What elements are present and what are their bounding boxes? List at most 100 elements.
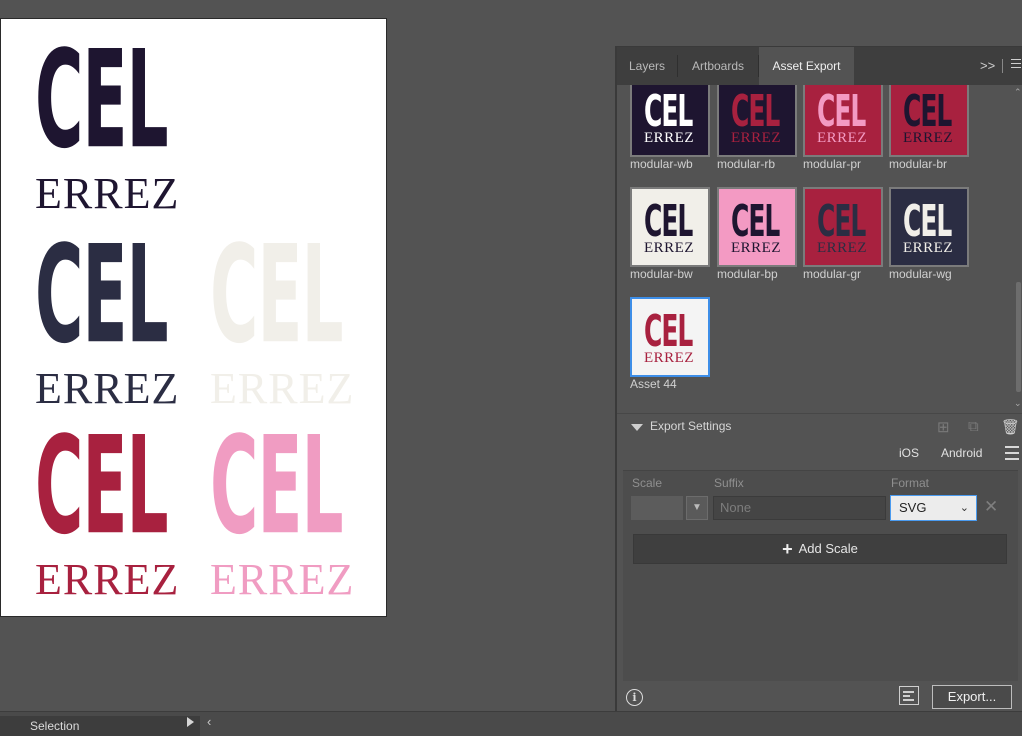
export-button[interactable]: Export... (932, 685, 1012, 709)
ios-link[interactable]: iOS (899, 446, 919, 460)
asset-errez-text: ERREZ (817, 240, 867, 256)
scroll-up-icon[interactable]: ⌃ (1014, 87, 1022, 98)
asset-errez-text: ERREZ (903, 130, 953, 146)
scale-column-header: Scale (632, 476, 663, 490)
chevron-down-icon[interactable]: ▼ (686, 496, 708, 520)
asset-errez-text: ERREZ (731, 130, 781, 146)
logo-pink[interactable]: CEL ERREZ (210, 407, 366, 604)
asset-cel-text: CEL (731, 85, 780, 137)
logo-offwhite[interactable]: CEL ERREZ (210, 216, 366, 413)
asset-errez-text: ERREZ (644, 240, 694, 256)
asset-cel-text: CEL (817, 195, 866, 247)
asset-errez-text: ERREZ (644, 350, 694, 366)
logo-errez-text: ERREZ (35, 169, 180, 218)
logo-red[interactable]: CEL ERREZ (35, 407, 191, 604)
export-settings-header[interactable]: Export Settings ⊞ ⧉ 🗑 (617, 413, 1022, 440)
add-asset-icon[interactable]: ⊞ (937, 418, 950, 436)
asset-cel-text: CEL (903, 195, 952, 247)
trash-icon[interactable]: 🗑 (1001, 418, 1020, 436)
asset-name-label[interactable]: Asset 44 (630, 377, 712, 391)
asset-export-panel: Layers Artboards Asset Export >> CEL ERRE… (615, 46, 1022, 718)
asset-thumbnail[interactable]: CEL ERREZ Asset 44 (630, 297, 712, 391)
logo-navy[interactable]: CEL ERREZ (35, 216, 191, 413)
asset-grid[interactable]: CEL ERREZ modular-wb CEL ERREZ modular-rb CEL E… (617, 85, 1013, 413)
scroll-down-icon[interactable]: ⌄ (1014, 398, 1022, 409)
asset-cel-text: CEL (903, 85, 952, 137)
logo-cel-text: CEL (35, 21, 169, 179)
asset-name-label[interactable]: modular-wg (889, 267, 971, 281)
logo-errez-text: ERREZ (210, 364, 355, 413)
asset-errez-text: ERREZ (903, 240, 953, 256)
logo-cel-text: CEL (35, 216, 169, 374)
asset-thumbnail[interactable]: CEL ERREZ modular-wg (889, 187, 971, 281)
suffix-input[interactable]: None (713, 496, 886, 520)
add-scale-button[interactable]: + Add Scale (633, 534, 1007, 564)
asset-thumbnail[interactable]: CEL ERREZ modular-wb (630, 85, 712, 171)
asset-name-label[interactable]: modular-pr (803, 157, 885, 171)
asset-cel-text: CEL (644, 195, 693, 247)
export-settings-box: Scale Suffix Format ▼ None SVG ⌄ ✕ + Add … (623, 470, 1018, 681)
artboard[interactable]: CEL ERREZ CEL ERREZ CEL ERREZ CEL ERREZ … (0, 18, 387, 617)
format-select[interactable]: SVG ⌄ (890, 495, 977, 521)
asset-thumbnail[interactable]: CEL ERREZ modular-bp (717, 187, 799, 281)
export-queue-icon[interactable] (899, 686, 919, 705)
logo-errez-text: ERREZ (35, 364, 180, 413)
logo-errez-text: ERREZ (35, 555, 180, 604)
chevron-left-icon[interactable]: ‹ (207, 714, 211, 729)
info-icon[interactable]: i (626, 689, 643, 706)
asset-thumbnail[interactable]: CEL ERREZ modular-bw (630, 187, 712, 281)
asset-thumbnail[interactable]: CEL ERREZ modular-pr (803, 85, 885, 171)
tab-artboards[interactable]: Artboards (678, 47, 758, 85)
collapse-caret-icon[interactable] (631, 424, 643, 431)
logo-dark-purple[interactable]: CEL ERREZ (35, 21, 191, 218)
current-tool-label: Selection (30, 719, 80, 733)
asset-errez-text: ERREZ (817, 130, 867, 146)
asset-name-label[interactable]: modular-gr (803, 267, 885, 281)
asset-preview: CEL ERREZ (803, 187, 883, 267)
asset-name-label[interactable]: modular-bw (630, 267, 712, 281)
scale-input[interactable] (631, 496, 683, 520)
tab-layers[interactable]: Layers (617, 47, 677, 85)
asset-preview: CEL ERREZ (803, 85, 883, 157)
panel-menu-icon[interactable] (1011, 59, 1021, 71)
suffix-column-header: Suffix (714, 476, 744, 490)
logo-cel-text: CEL (210, 407, 344, 565)
asset-preview: CEL ERREZ (889, 187, 969, 267)
asset-name-label[interactable]: modular-br (889, 157, 971, 171)
asset-thumbnail[interactable]: CEL ERREZ modular-gr (803, 187, 885, 281)
double-chevron-right-icon[interactable]: >> (980, 58, 995, 73)
chevron-down-icon: ⌄ (959, 502, 969, 514)
format-column-header: Format (891, 476, 930, 490)
export-settings-title: Export Settings (650, 419, 732, 433)
asset-preview: CEL ERREZ (889, 85, 969, 157)
logo-cel-text: CEL (35, 407, 169, 565)
asset-preview: CEL ERREZ (630, 85, 710, 157)
asset-preview: CEL ERREZ (630, 297, 710, 377)
asset-name-label[interactable]: modular-wb (630, 157, 712, 171)
asset-cel-text: CEL (817, 85, 866, 137)
format-value: SVG (899, 500, 927, 515)
close-icon[interactable]: ✕ (984, 497, 998, 517)
asset-cel-text: CEL (731, 195, 780, 247)
asset-preview: CEL ERREZ (630, 187, 710, 267)
tab-divider (1002, 59, 1003, 73)
logo-errez-text: ERREZ (210, 555, 355, 604)
duplicate-asset-icon[interactable]: ⧉ (968, 418, 979, 435)
scrollbar-thumb[interactable] (1016, 282, 1021, 392)
asset-name-label[interactable]: modular-rb (717, 157, 799, 171)
platform-row: iOS Android (617, 441, 1022, 467)
play-icon[interactable] (187, 717, 194, 727)
asset-thumbnail[interactable]: CEL ERREZ modular-br (889, 85, 971, 171)
asset-preview: CEL ERREZ (717, 187, 797, 267)
asset-name-label[interactable]: modular-bp (717, 267, 799, 281)
asset-errez-text: ERREZ (644, 130, 694, 146)
logo-cel-text: CEL (210, 216, 344, 374)
asset-preview: CEL ERREZ (717, 85, 797, 157)
tab-asset-export[interactable]: Asset Export (759, 47, 854, 85)
add-scale-label: Add Scale (798, 541, 858, 556)
asset-cel-text: CEL (644, 305, 693, 357)
asset-thumbnail[interactable]: CEL ERREZ modular-rb (717, 85, 799, 171)
list-options-icon[interactable] (1005, 446, 1019, 464)
panel-tab-bar: Layers Artboards Asset Export >> (617, 47, 1022, 85)
android-link[interactable]: Android (941, 446, 982, 460)
